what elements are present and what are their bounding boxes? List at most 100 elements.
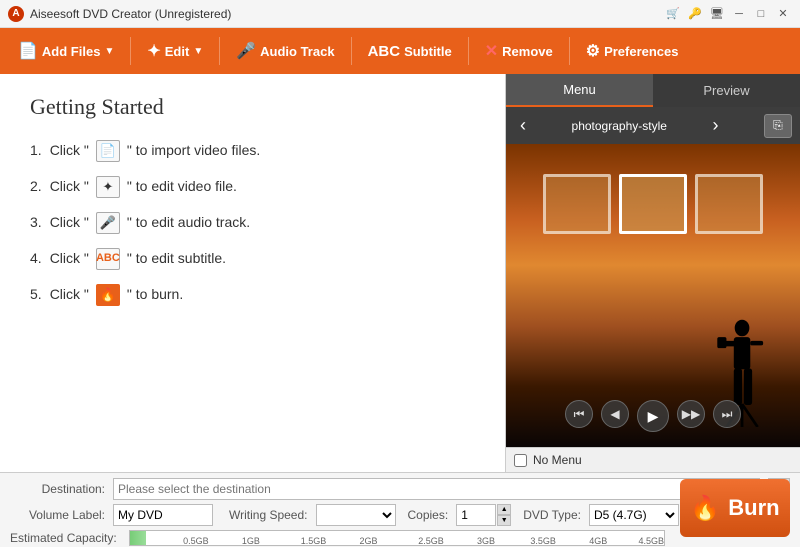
play-button[interactable]: ▶ (637, 400, 669, 432)
audio-track-label: Audio Track (260, 44, 334, 59)
tick-2gb: 2GB (359, 536, 377, 546)
step1-add-files-icon: 📄 (96, 140, 120, 162)
photo-frames (526, 174, 780, 234)
tick-1gb: 1GB (242, 536, 260, 546)
skip-back-button[interactable]: ⏮ (565, 400, 593, 428)
photo-frame-3 (695, 174, 763, 234)
remove-label: Remove (502, 44, 553, 59)
copies-up-button[interactable]: ▲ (497, 504, 511, 515)
tab-menu[interactable]: Menu (506, 74, 653, 107)
minimize-button[interactable]: ─ (730, 5, 748, 23)
no-menu-label: No Menu (533, 453, 582, 467)
step5-burn-icon: 🔥 (96, 284, 120, 306)
no-menu-checkbox[interactable] (514, 454, 527, 467)
copies-input[interactable] (456, 504, 496, 526)
skip-forward-button[interactable]: ⏭ (713, 400, 741, 428)
maximize-button[interactable]: □ (752, 5, 770, 23)
copy-style-button[interactable]: ⎘ (764, 114, 792, 138)
edit-label: Edit (165, 44, 190, 59)
capacity-bar: 0.5GB 1GB 1.5GB 2GB 2.5GB 3GB 3.5GB 4GB … (129, 530, 665, 546)
divider-1 (130, 37, 131, 65)
add-files-dropdown-icon[interactable]: ▼ (104, 46, 114, 57)
settings-row: Volume Label: Writing Speed: Copies: ▲ ▼… (10, 504, 790, 526)
copies-spinner: ▲ ▼ (456, 504, 511, 526)
app-title: Aiseesoft DVD Creator (Unregistered) (30, 7, 231, 21)
divider-5 (569, 37, 570, 65)
tick-3gb: 3GB (477, 536, 495, 546)
app-icon: A (8, 6, 24, 22)
divider-4 (468, 37, 469, 65)
writing-speed-select[interactable] (316, 504, 396, 526)
tick-2.5gb: 2.5GB (418, 536, 444, 546)
destination-label: Destination: (10, 482, 105, 496)
preferences-button[interactable]: ⚙ Preferences (576, 33, 689, 69)
step4-abc-icon: ABC (96, 248, 120, 270)
destination-input[interactable] (113, 478, 760, 500)
step-1: 1. Click " 📄 " to import video files. (30, 140, 475, 162)
preferences-label: Preferences (604, 44, 678, 59)
estimated-capacity-label: Estimated Capacity: (10, 531, 117, 545)
style-name: photography-style (572, 119, 667, 133)
preview-nav: ‹ photography-style › ⎘ (506, 107, 800, 144)
add-files-button[interactable]: 📄 Add Files ▼ (8, 33, 124, 69)
tick-1.5gb: 1.5GB (301, 536, 327, 546)
rewind-button[interactable]: ◀ (601, 400, 629, 428)
edit-dropdown-icon[interactable]: ▼ (193, 46, 203, 57)
copies-label: Copies: (408, 508, 449, 522)
add-files-label: Add Files (42, 44, 101, 59)
step3-audio-icon: 🎤 (96, 212, 120, 234)
window-controls: 🛒 🔑 🖥 ─ □ ✕ (664, 5, 792, 23)
tab-preview[interactable]: Preview (653, 74, 800, 107)
tick-4gb: 4GB (589, 536, 607, 546)
main-area: Getting Started 1. Click " 📄 " to import… (0, 74, 800, 472)
volume-label: Volume Label: (10, 508, 105, 522)
dvd-type-select[interactable]: D5 (4.7G) (589, 504, 679, 526)
bottom-bar: Destination: ▼ Volume Label: Writing Spe… (0, 472, 800, 547)
title-bar: A Aiseesoft DVD Creator (Unregistered) 🛒… (0, 0, 800, 28)
nav-next-arrow[interactable]: › (706, 113, 724, 138)
divider-3 (351, 37, 352, 65)
burn-section: 🔥 Burn (680, 479, 790, 537)
gear-icon: ⚙ (586, 41, 600, 61)
tick-3.5gb: 3.5GB (530, 536, 556, 546)
step2-edit-icon: ✦ (96, 176, 120, 198)
audio-track-button[interactable]: 🎤 Audio Track (226, 33, 344, 69)
step-4: 4. Click " ABC " to edit subtitle. (30, 248, 475, 270)
subtitle-button[interactable]: ABC Subtitle (358, 33, 462, 69)
no-menu-bar: No Menu (506, 447, 800, 472)
close-button[interactable]: ✕ (774, 5, 792, 23)
photo-frame-1 (543, 174, 611, 234)
remove-x-icon: ✕ (485, 41, 498, 61)
volume-input[interactable] (113, 504, 213, 526)
photo-frame-2 (619, 174, 687, 234)
dvd-type-label: DVD Type: (523, 508, 581, 522)
edit-button[interactable]: ✦ Edit ▼ (137, 33, 213, 69)
step-5: 5. Click " 🔥 " to burn. (30, 284, 475, 306)
key-icon[interactable]: 🔑 (686, 5, 704, 23)
monitor-icon[interactable]: 🖥 (708, 5, 726, 23)
add-files-icon: 📄 (18, 41, 38, 61)
tick-4.5gb: 4.5GB (638, 536, 664, 546)
step-3: 3. Click " 🎤 " to edit audio track. (30, 212, 475, 234)
cart-icon[interactable]: 🛒 (664, 5, 682, 23)
burn-label: Burn (728, 495, 779, 521)
preview-panel: Menu Preview ‹ photography-style › ⎘ (505, 74, 800, 472)
divider-2 (219, 37, 220, 65)
destination-row: Destination: ▼ (10, 478, 790, 500)
toolbar: 📄 Add Files ▼ ✦ Edit ▼ 🎤 Audio Track ABC… (0, 28, 800, 74)
copy-icon: ⎘ (773, 118, 783, 133)
capacity-row: Estimated Capacity: 0.5GB 1GB 1.5GB 2GB … (10, 530, 790, 546)
subtitle-label: Subtitle (404, 44, 452, 59)
fast-forward-button[interactable]: ▶▶ (677, 400, 705, 428)
microphone-icon: 🎤 (236, 41, 256, 61)
abc-icon: ABC (368, 43, 401, 60)
preview-tabs: Menu Preview (506, 74, 800, 107)
playback-controls: ⏮ ◀ ▶ ▶▶ ⏭ (506, 400, 800, 432)
preview-image: ⏮ ◀ ▶ ▶▶ ⏭ (506, 144, 800, 447)
remove-button[interactable]: ✕ Remove (475, 33, 563, 69)
capacity-bar-fill (130, 531, 146, 545)
burn-button[interactable]: 🔥 Burn (680, 479, 790, 537)
getting-started-panel: Getting Started 1. Click " 📄 " to import… (0, 74, 505, 472)
copies-down-button[interactable]: ▼ (497, 515, 511, 526)
nav-prev-arrow[interactable]: ‹ (514, 113, 532, 138)
